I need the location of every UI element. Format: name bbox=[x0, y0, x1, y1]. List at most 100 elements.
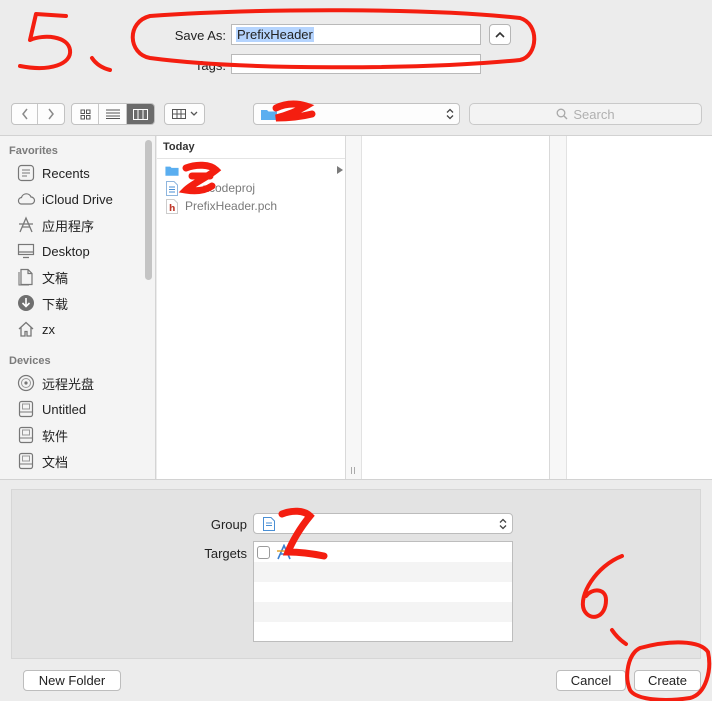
create-button[interactable]: Create bbox=[634, 670, 701, 691]
up-down-chevron-icon bbox=[499, 518, 507, 529]
sidebar-item-home[interactable]: zx bbox=[16, 318, 55, 340]
clock-icon bbox=[16, 163, 36, 183]
column-resize-handle[interactable] bbox=[346, 136, 361, 479]
target-checkbox[interactable] bbox=[257, 545, 270, 559]
target-row-empty bbox=[254, 562, 512, 582]
sidebar-section-favorites: Favorites bbox=[9, 145, 58, 157]
sidebar-item-label: 远程光盘 bbox=[42, 376, 95, 392]
svg-text:h: h bbox=[169, 204, 175, 214]
sidebar-item-recents[interactable]: Recents bbox=[16, 162, 90, 184]
sidebar-item-icloud-drive[interactable]: iCloud Drive bbox=[16, 188, 113, 210]
home-icon bbox=[16, 319, 36, 339]
list-view-button[interactable] bbox=[99, 104, 127, 124]
search-field[interactable]: Search bbox=[469, 103, 702, 125]
tags-field[interactable] bbox=[231, 54, 481, 74]
header-file-icon: h bbox=[165, 198, 179, 214]
annotation-step-5 bbox=[18, 12, 112, 72]
back-button[interactable] bbox=[12, 104, 39, 124]
drive-icon bbox=[16, 451, 36, 471]
sidebar-item-documents[interactable]: 文稿 bbox=[16, 266, 68, 288]
chevron-right-icon bbox=[48, 108, 54, 120]
documents-icon bbox=[16, 267, 36, 287]
sidebar-scrollbar[interactable] bbox=[145, 140, 152, 280]
file-item-xcodeproj[interactable]: xcodeproj bbox=[165, 179, 255, 197]
browser-column-1: Today xcodeproj h PrefixHeader.pch bbox=[157, 136, 346, 479]
sidebar-item-untitled[interactable]: Untitled bbox=[16, 398, 86, 420]
arrange-grid-icon bbox=[172, 109, 186, 119]
new-folder-button[interactable]: New Folder bbox=[23, 670, 121, 691]
sidebar-item-label: 文稿 bbox=[42, 270, 69, 286]
save-as-label: Save As: bbox=[174, 28, 226, 43]
tags-label: Tags: bbox=[194, 58, 226, 73]
sidebar-item-label: 文档 bbox=[42, 454, 69, 470]
applications-icon bbox=[16, 215, 36, 235]
folder-icon bbox=[261, 109, 277, 120]
sidebar-item-applications[interactable]: 应用程序 bbox=[16, 214, 94, 236]
location-popup[interactable] bbox=[253, 103, 460, 125]
list-icon bbox=[105, 109, 120, 119]
sidebar-item-label: Desktop bbox=[42, 243, 90, 259]
sidebar-item-software[interactable]: 软件 bbox=[16, 424, 68, 446]
chevron-left-icon bbox=[21, 108, 28, 120]
expand-dialog-button[interactable] bbox=[489, 24, 511, 45]
file-item-folder[interactable] bbox=[165, 161, 343, 179]
disclosure-arrow-icon bbox=[337, 166, 343, 174]
search-placeholder: Search bbox=[573, 106, 615, 122]
xcodeproj-icon bbox=[165, 180, 179, 196]
browser-column-3 bbox=[566, 136, 712, 479]
group-label: Group bbox=[210, 517, 247, 532]
desktop-icon bbox=[16, 241, 36, 261]
targets-list[interactable] bbox=[253, 541, 513, 642]
sidebar-item-downloads[interactable]: 下载 bbox=[16, 292, 68, 314]
sidebar-item-desktop[interactable]: Desktop bbox=[16, 240, 90, 262]
sidebar-section-devices: Devices bbox=[9, 355, 51, 367]
app-target-icon bbox=[277, 544, 291, 560]
file-item-label: PrefixHeader.pch bbox=[185, 199, 278, 213]
grid-icon bbox=[80, 109, 91, 119]
disc-icon bbox=[16, 373, 36, 393]
group-popup[interactable] bbox=[253, 513, 513, 534]
group-file-icon bbox=[263, 516, 275, 531]
sidebar-item-label: 下载 bbox=[42, 296, 69, 312]
icon-view-button[interactable] bbox=[72, 104, 100, 124]
sidebar-item-docs[interactable]: 文档 bbox=[16, 450, 68, 472]
target-row-empty bbox=[254, 602, 512, 622]
arrange-popup[interactable] bbox=[164, 103, 205, 125]
cancel-button[interactable]: Cancel bbox=[556, 670, 626, 691]
forward-button[interactable] bbox=[38, 104, 64, 124]
chevron-down-icon bbox=[190, 111, 198, 116]
drive-icon bbox=[16, 399, 36, 419]
sidebar-item-label: zx bbox=[42, 321, 55, 337]
columns-icon bbox=[132, 108, 148, 120]
save-as-value: PrefixHeader bbox=[236, 27, 314, 42]
sidebar-item-remote-disc[interactable]: 远程光盘 bbox=[16, 372, 94, 394]
chevron-up-icon bbox=[495, 31, 505, 38]
target-row[interactable] bbox=[254, 542, 512, 562]
cloud-icon bbox=[16, 189, 36, 209]
sidebar: Favorites Recents iCloud Drive 应用程序 Desk… bbox=[0, 136, 156, 479]
section-title-today: Today bbox=[163, 141, 195, 153]
save-as-field[interactable]: PrefixHeader bbox=[231, 24, 481, 45]
view-mode-control bbox=[71, 103, 155, 125]
file-item-prefixheader[interactable]: h PrefixHeader.pch bbox=[165, 197, 277, 215]
back-forward-control bbox=[11, 103, 65, 125]
sidebar-item-label: Untitled bbox=[42, 401, 87, 417]
up-down-chevron-icon bbox=[446, 108, 454, 120]
folder-icon bbox=[165, 162, 179, 178]
sidebar-item-label: 软件 bbox=[42, 428, 69, 444]
column-spacer bbox=[550, 136, 566, 479]
file-item-label: xcodeproj bbox=[203, 181, 256, 195]
sidebar-item-label: 应用程序 bbox=[42, 218, 95, 234]
browser-column-2 bbox=[361, 136, 550, 479]
options-panel: Group Targets bbox=[11, 489, 701, 659]
sidebar-item-label: iCloud Drive bbox=[42, 191, 113, 207]
sidebar-item-label: Recents bbox=[42, 165, 90, 181]
search-icon bbox=[556, 108, 568, 120]
column-view-button[interactable] bbox=[126, 104, 154, 124]
drive-icon bbox=[16, 425, 36, 445]
download-icon bbox=[16, 293, 36, 313]
target-row-empty bbox=[254, 622, 512, 642]
browser-bottom-divider bbox=[0, 479, 712, 480]
target-row-empty bbox=[254, 582, 512, 602]
targets-label: Targets bbox=[204, 546, 247, 561]
